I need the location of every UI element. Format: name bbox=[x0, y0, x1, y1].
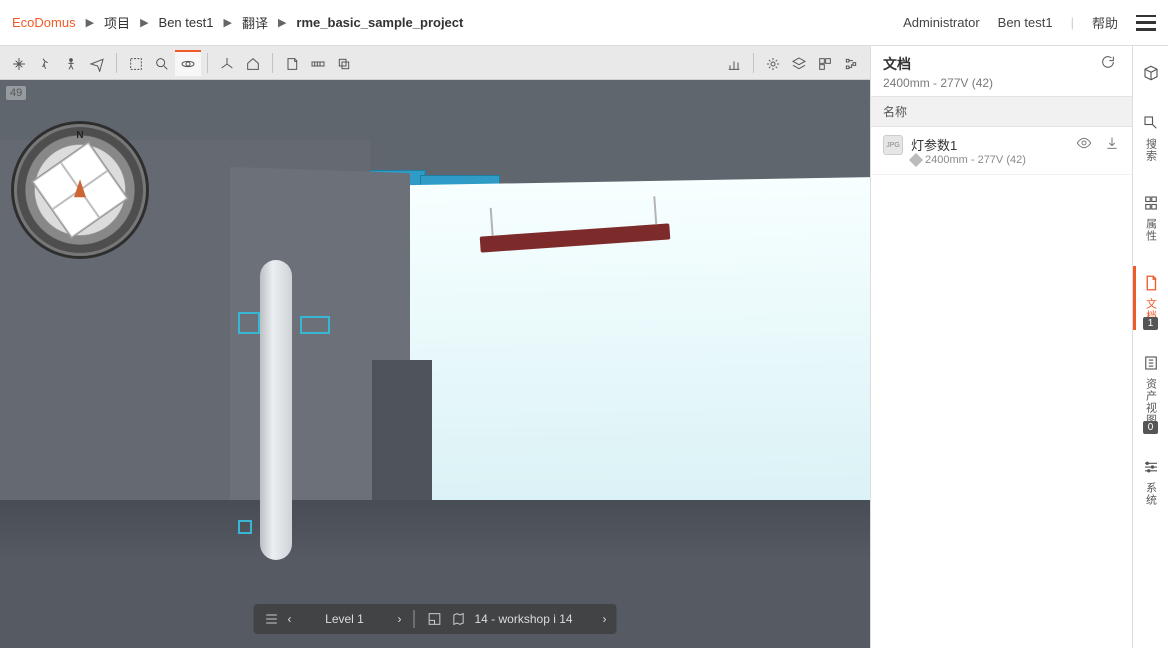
fly-tool-button[interactable] bbox=[84, 50, 110, 76]
documents-subtitle: 2400mm - 277V (42) bbox=[883, 76, 1100, 90]
map-icon[interactable] bbox=[451, 611, 467, 627]
scene-outline bbox=[238, 312, 260, 334]
rail-button-label: 系统 bbox=[1143, 482, 1159, 506]
breadcrumb-brand[interactable]: EcoDomus bbox=[12, 15, 76, 30]
room-next-button[interactable]: › bbox=[603, 612, 607, 626]
level-icon bbox=[264, 611, 280, 627]
rail-badge: 1 bbox=[1143, 317, 1159, 330]
project-link[interactable]: Ben test1 bbox=[998, 15, 1053, 30]
scene-column bbox=[260, 260, 292, 560]
scene-outline bbox=[300, 316, 330, 334]
breadcrumb-item-2[interactable]: 翻译 bbox=[242, 13, 268, 32]
menu-icon[interactable] bbox=[1136, 15, 1156, 31]
documents-title: 文档 bbox=[883, 54, 1100, 74]
navigation-compass[interactable]: N bbox=[14, 124, 146, 256]
note-button[interactable] bbox=[279, 50, 305, 76]
level-prev-button[interactable]: ‹ bbox=[288, 612, 292, 626]
document-download-icon[interactable] bbox=[1104, 135, 1120, 156]
breadcrumb-item-0[interactable]: 项目 bbox=[104, 13, 130, 32]
rail-badge: 0 bbox=[1143, 421, 1159, 434]
document-thumb: JPG bbox=[883, 135, 903, 155]
measure-button[interactable] bbox=[305, 50, 331, 76]
document-row[interactable]: JPG 灯参数1 2400mm - 277V (42) bbox=[871, 127, 1132, 175]
document-visibility-icon[interactable] bbox=[1076, 135, 1092, 156]
help-link[interactable]: 帮助 bbox=[1092, 13, 1118, 32]
object-count-badge: 49 bbox=[6, 86, 26, 100]
compass-north-label: N bbox=[76, 130, 83, 141]
topbar: EcoDomus ▶ 项目 ▶ Ben test1 ▶ 翻译 ▶ rme_bas… bbox=[0, 0, 1168, 46]
top-right: Administrator Ben test1 | 帮助 bbox=[903, 13, 1156, 32]
rail-button-label: 搜索 bbox=[1143, 138, 1159, 162]
breadcrumb-item-1[interactable]: Ben test1 bbox=[159, 15, 214, 30]
layers-icon[interactable] bbox=[786, 50, 812, 76]
rail-documents-button[interactable]: 文档 1 bbox=[1133, 266, 1168, 330]
viewer-viewport[interactable]: 49 N ‹ Level 1 › bbox=[0, 80, 870, 648]
zoom-tool-button[interactable] bbox=[149, 50, 175, 76]
walk-tool-button[interactable] bbox=[32, 50, 58, 76]
scene-outline bbox=[238, 520, 252, 534]
user-role-link[interactable]: Administrator bbox=[903, 15, 980, 30]
model-tree-icon[interactable] bbox=[838, 50, 864, 76]
rail-assetview-button[interactable]: 资产视图 0 bbox=[1133, 346, 1168, 434]
level-name[interactable]: Level 1 bbox=[300, 612, 390, 626]
documents-list: JPG 灯参数1 2400mm - 277V (42) bbox=[871, 127, 1132, 648]
first-person-button[interactable] bbox=[58, 50, 84, 76]
breadcrumb-sep: ▶ bbox=[278, 16, 286, 29]
level-room-bar: ‹ Level 1 › 14 - workshop i 14 › bbox=[254, 604, 617, 634]
scene-door bbox=[372, 360, 432, 508]
viewer-toolbar bbox=[0, 46, 870, 80]
settings-icon[interactable] bbox=[760, 50, 786, 76]
breadcrumb-sep: ▶ bbox=[223, 16, 231, 29]
views-icon[interactable] bbox=[812, 50, 838, 76]
cube-icon bbox=[909, 153, 923, 167]
breadcrumb-sep: ▶ bbox=[86, 16, 94, 29]
orbit-tool-button[interactable] bbox=[175, 50, 201, 76]
pan-tool-button[interactable] bbox=[6, 50, 32, 76]
room-name[interactable]: 14 - workshop i 14 bbox=[475, 612, 595, 626]
plan-icon[interactable] bbox=[427, 611, 443, 627]
rail-button-label: 资产视图 bbox=[1143, 378, 1159, 426]
axes-button[interactable] bbox=[214, 50, 240, 76]
rail-button-label: 属性 bbox=[1143, 218, 1159, 242]
breadcrumb-sep: ▶ bbox=[140, 16, 148, 29]
documents-column-header: 名称 bbox=[871, 96, 1132, 127]
refresh-icon[interactable] bbox=[1100, 54, 1120, 74]
document-name: 灯参数1 bbox=[911, 135, 1068, 154]
select-tool-button[interactable] bbox=[123, 50, 149, 76]
chart-button[interactable] bbox=[721, 50, 747, 76]
document-sub: 2400mm - 277V (42) bbox=[911, 154, 1068, 166]
documents-panel: 文档 2400mm - 277V (42) 名称 JPG 灯参数1 2400mm… bbox=[870, 46, 1132, 648]
rail-properties-button[interactable]: 属性 bbox=[1133, 186, 1168, 250]
right-rail: 搜索 属性 文档 1 资产视图 0 系统 bbox=[1132, 46, 1168, 648]
duplicate-button[interactable] bbox=[331, 50, 357, 76]
level-next-button[interactable]: › bbox=[398, 612, 402, 626]
home-view-button[interactable] bbox=[240, 50, 266, 76]
rail-systems-button[interactable]: 系统 bbox=[1133, 450, 1168, 514]
breadcrumb-current: rme_basic_sample_project bbox=[296, 15, 463, 30]
rail-search-button[interactable]: 搜索 bbox=[1133, 106, 1168, 170]
rail-cube-button[interactable] bbox=[1133, 56, 1168, 90]
compass-needle bbox=[74, 179, 86, 197]
